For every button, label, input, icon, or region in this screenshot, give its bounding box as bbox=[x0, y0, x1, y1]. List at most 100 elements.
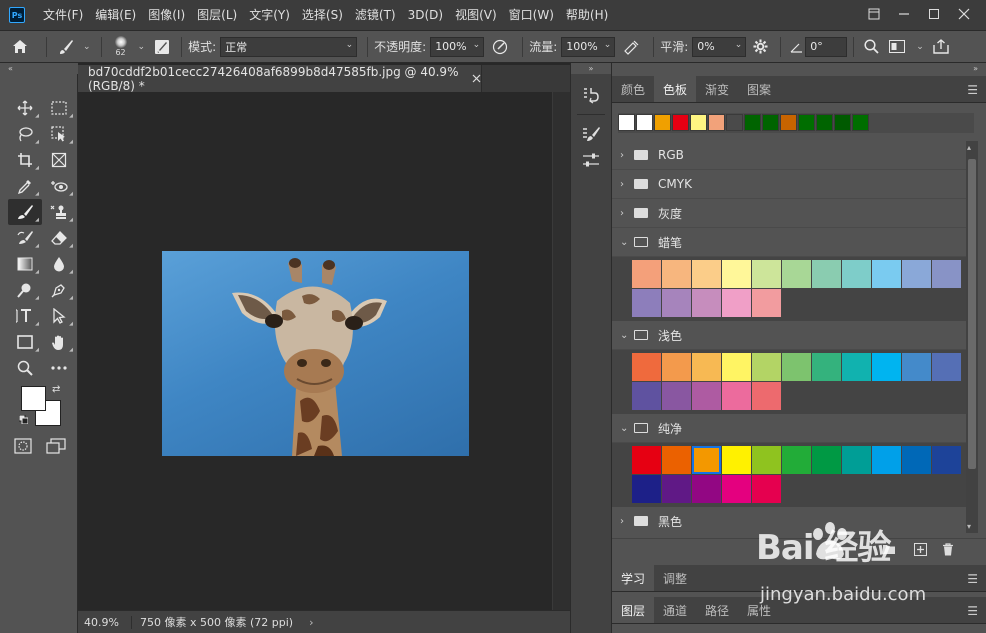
color-swatch[interactable] bbox=[752, 475, 781, 503]
blur-tool-icon[interactable]: ◢ bbox=[42, 251, 76, 277]
dodge-tool-icon[interactable]: ◢ bbox=[8, 277, 42, 303]
tab-color[interactable]: 颜色 bbox=[612, 76, 654, 102]
history-panel-icon[interactable] bbox=[571, 82, 611, 108]
collapse-panel-icon[interactable]: » bbox=[612, 63, 986, 74]
foreground-color-swatch[interactable] bbox=[21, 386, 46, 411]
recent-swatch[interactable] bbox=[816, 114, 833, 131]
color-swatch[interactable] bbox=[662, 353, 691, 381]
tab-channels[interactable]: 通道 bbox=[654, 597, 696, 623]
pen-tool-icon[interactable]: ◢ bbox=[42, 277, 76, 303]
swatch-group-header[interactable]: ⌄ 蜡笔 bbox=[612, 228, 966, 257]
document-image[interactable] bbox=[162, 251, 469, 456]
workspace-icon[interactable] bbox=[860, 4, 888, 24]
lasso-tool-icon[interactable]: ◢ bbox=[8, 121, 42, 147]
color-swatch[interactable] bbox=[662, 289, 691, 317]
menu-3d[interactable]: 3D(D) bbox=[402, 0, 449, 30]
recent-swatch[interactable] bbox=[636, 114, 653, 131]
mode-select[interactable]: 正常 ⌄ bbox=[220, 36, 358, 57]
recent-swatch[interactable] bbox=[618, 114, 635, 131]
eyedropper-tool-icon[interactable]: ◢ bbox=[8, 173, 42, 199]
recent-swatch[interactable] bbox=[690, 114, 707, 131]
chevron-right-icon[interactable]: › bbox=[309, 616, 313, 629]
color-swatch[interactable] bbox=[932, 446, 961, 474]
rectangle-tool-icon[interactable]: ◢ bbox=[8, 329, 42, 355]
color-swatch[interactable] bbox=[722, 382, 751, 410]
swatch-group-header[interactable]: › CMYK bbox=[612, 170, 966, 199]
color-swatch[interactable] bbox=[632, 260, 661, 288]
scroll-down-icon[interactable]: ▾ bbox=[967, 522, 971, 531]
color-swatch[interactable] bbox=[722, 446, 751, 474]
tab-swatches[interactable]: 色板 bbox=[654, 76, 697, 102]
color-swatch[interactable] bbox=[692, 475, 721, 503]
color-swatch[interactable] bbox=[692, 382, 721, 410]
menu-select[interactable]: 选择(S) bbox=[296, 0, 349, 30]
menu-layer[interactable]: 图层(L) bbox=[191, 0, 243, 30]
menu-type[interactable]: 文字(Y) bbox=[243, 0, 296, 30]
quick-mask-icon[interactable] bbox=[14, 438, 32, 457]
color-swatch[interactable] bbox=[812, 353, 841, 381]
recent-swatch[interactable] bbox=[762, 114, 779, 131]
collapse-dock-icon[interactable]: » bbox=[571, 63, 611, 74]
crop-tool-icon[interactable]: ◢ bbox=[8, 147, 42, 173]
recent-swatch[interactable] bbox=[726, 114, 743, 131]
minimize-icon[interactable] bbox=[890, 4, 918, 24]
clone-stamp-tool-icon[interactable]: ◢ bbox=[42, 199, 76, 225]
recent-swatch[interactable] bbox=[798, 114, 815, 131]
canvas-scrollbar[interactable] bbox=[552, 92, 570, 610]
scroll-thumb[interactable] bbox=[968, 159, 976, 469]
color-swatch[interactable] bbox=[842, 260, 871, 288]
color-swatch[interactable] bbox=[692, 353, 721, 381]
menu-edit[interactable]: 编辑(E) bbox=[89, 0, 142, 30]
color-swatch[interactable] bbox=[722, 260, 751, 288]
chevron-right-icon[interactable]: › bbox=[620, 179, 634, 190]
brush-settings-icon[interactable] bbox=[149, 39, 175, 55]
swatch-group-header[interactable]: ⌄ 纯净 bbox=[612, 414, 966, 443]
tab-paths[interactable]: 路径 bbox=[696, 597, 738, 623]
menu-filter[interactable]: 滤镜(T) bbox=[349, 0, 402, 30]
more-tools-icon[interactable] bbox=[42, 355, 76, 381]
swatch-group-header[interactable]: ⌄ 浅色 bbox=[612, 321, 966, 350]
chevron-down-icon[interactable]: ⌄ bbox=[83, 42, 91, 52]
swatches-scrollbar[interactable]: ▴ ▾ bbox=[966, 141, 978, 533]
color-swatch[interactable] bbox=[632, 289, 661, 317]
tab-adjustments[interactable]: 调整 bbox=[654, 565, 696, 591]
color-swatch[interactable] bbox=[812, 446, 841, 474]
collapse-toolbar-icon[interactable]: « bbox=[0, 63, 78, 74]
color-swatch[interactable] bbox=[632, 446, 661, 474]
history-brush-tool-icon[interactable]: ◢ bbox=[8, 225, 42, 251]
tab-learn[interactable]: 学习 bbox=[612, 565, 655, 591]
tab-layers[interactable]: 图层 bbox=[612, 597, 655, 623]
close-document-icon[interactable] bbox=[472, 72, 481, 86]
airbrush-icon[interactable] bbox=[615, 39, 647, 55]
swap-colors-icon[interactable]: ⇄ bbox=[52, 384, 60, 395]
color-swatch[interactable] bbox=[902, 446, 931, 474]
workspace-switcher-icon[interactable] bbox=[882, 40, 912, 53]
color-swatch[interactable] bbox=[872, 353, 901, 381]
color-swatch[interactable] bbox=[662, 475, 691, 503]
recent-swatch[interactable] bbox=[654, 114, 671, 131]
color-swatch[interactable] bbox=[812, 260, 841, 288]
recent-swatch[interactable] bbox=[852, 114, 869, 131]
tab-patterns[interactable]: 图案 bbox=[738, 76, 780, 102]
menu-window[interactable]: 窗口(W) bbox=[503, 0, 560, 30]
brush-tool-icon[interactable]: ◢ bbox=[8, 199, 42, 225]
document-tab[interactable]: bd70cddf2b01cecc27426408af6899b8d47585fb… bbox=[78, 65, 482, 93]
color-swatch[interactable] bbox=[662, 260, 691, 288]
color-swatch[interactable] bbox=[932, 260, 961, 288]
recent-swatch[interactable] bbox=[834, 114, 851, 131]
chevron-down-icon[interactable]: ⌄ bbox=[620, 423, 634, 434]
frame-tool-icon[interactable] bbox=[42, 147, 76, 173]
menu-file[interactable]: 文件(F) bbox=[37, 0, 89, 30]
gear-icon[interactable] bbox=[746, 39, 774, 54]
menu-view[interactable]: 视图(V) bbox=[449, 0, 503, 30]
scroll-up-icon[interactable]: ▴ bbox=[967, 143, 971, 152]
color-swatch[interactable] bbox=[782, 446, 811, 474]
gradient-tool-icon[interactable]: ◢ bbox=[8, 251, 42, 277]
color-swatch[interactable] bbox=[632, 475, 661, 503]
smooth-input[interactable]: 0% ⌄ bbox=[692, 36, 747, 57]
hand-tool-icon[interactable]: ◢ bbox=[42, 329, 76, 355]
recent-swatch[interactable] bbox=[708, 114, 725, 131]
color-swatch[interactable] bbox=[902, 353, 931, 381]
adjustments-panel-icon[interactable] bbox=[571, 147, 611, 173]
color-swatch[interactable] bbox=[752, 446, 781, 474]
